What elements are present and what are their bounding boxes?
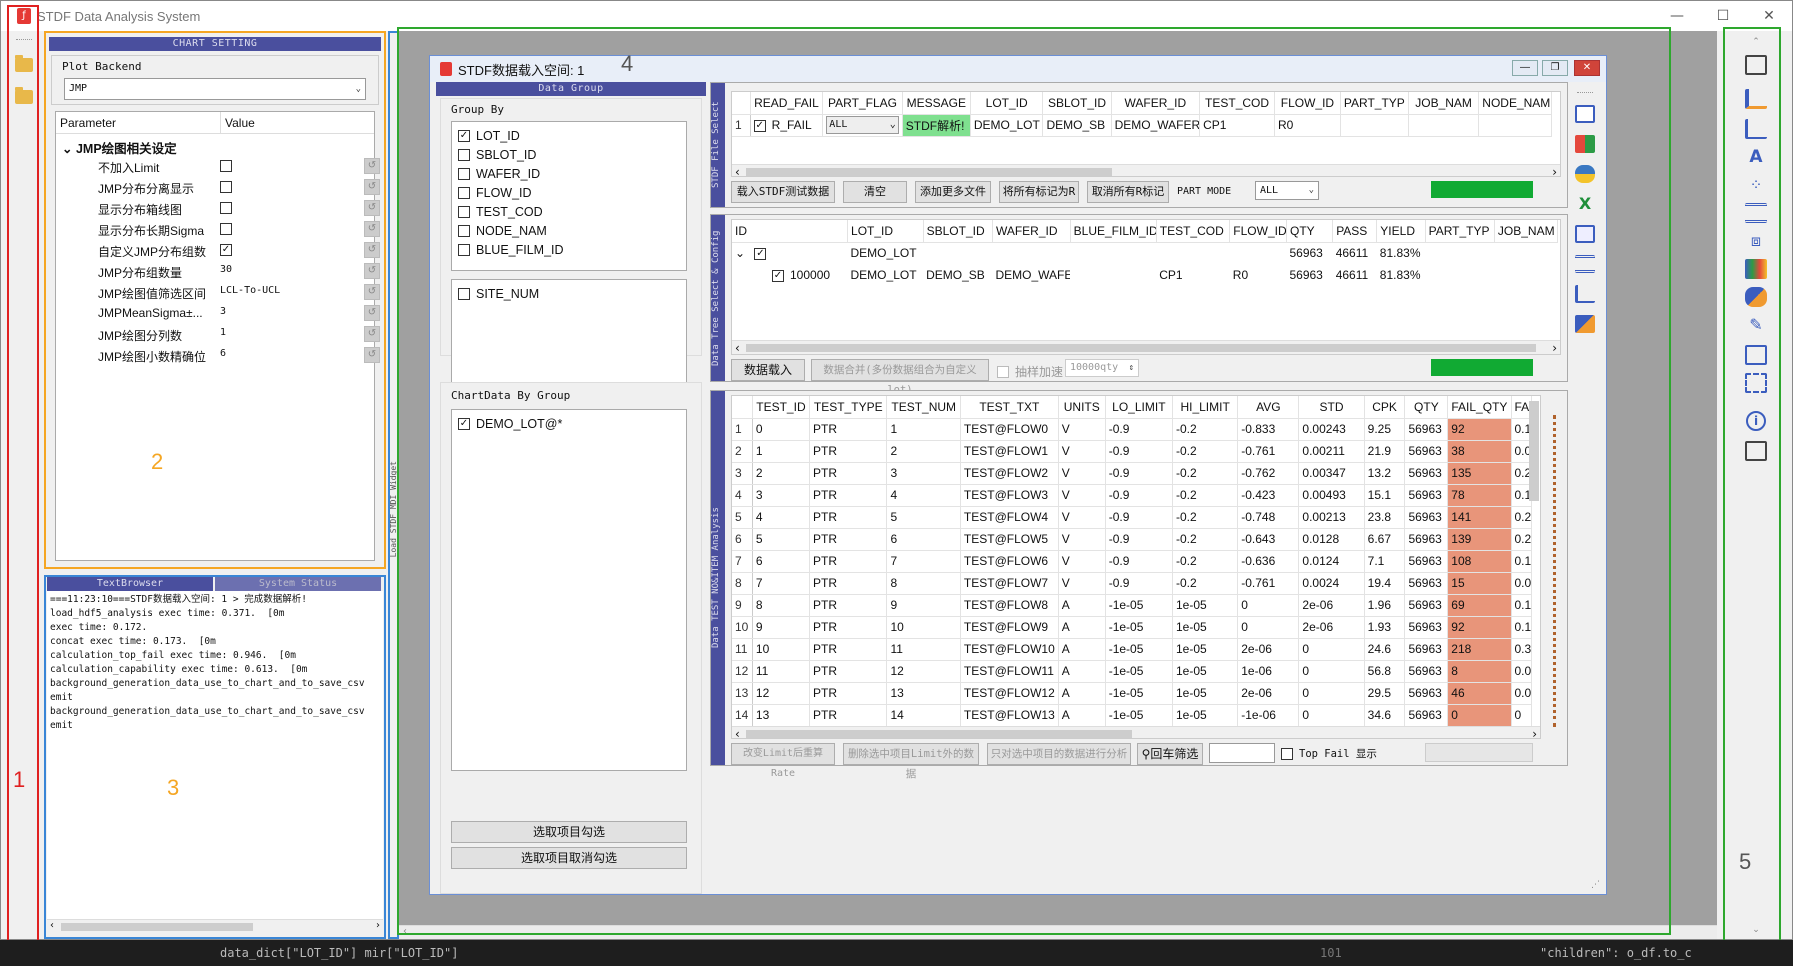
annotation-label-3: 3 xyxy=(167,775,180,800)
annotation-label-4: 4 xyxy=(621,51,634,76)
annotation-box-1 xyxy=(7,5,39,959)
annotation-box-4 xyxy=(397,27,1671,935)
annotation-label-2: 2 xyxy=(151,449,164,474)
code-snippet-left: data_dict["LOT_ID"] mir["LOT_ID"] xyxy=(220,946,459,960)
app-window: ƒ STDF Data Analysis System — ☐ ✕ CHART … xyxy=(0,0,1793,959)
background-editor-strip: data_dict["LOT_ID"] mir["LOT_ID"] 101 "c… xyxy=(0,940,1793,966)
annotation-label-1: 1 xyxy=(13,767,26,792)
annotation-box-5 xyxy=(1723,27,1781,945)
code-line-number: 101 xyxy=(1320,946,1342,960)
app-title: STDF Data Analysis System xyxy=(37,8,201,24)
annotation-box-2 xyxy=(44,31,386,569)
annotation-label-5: 5 xyxy=(1739,849,1752,874)
code-snippet-right: "children": o_df.to_c xyxy=(1540,946,1692,960)
annotation-box-3 xyxy=(44,575,386,939)
